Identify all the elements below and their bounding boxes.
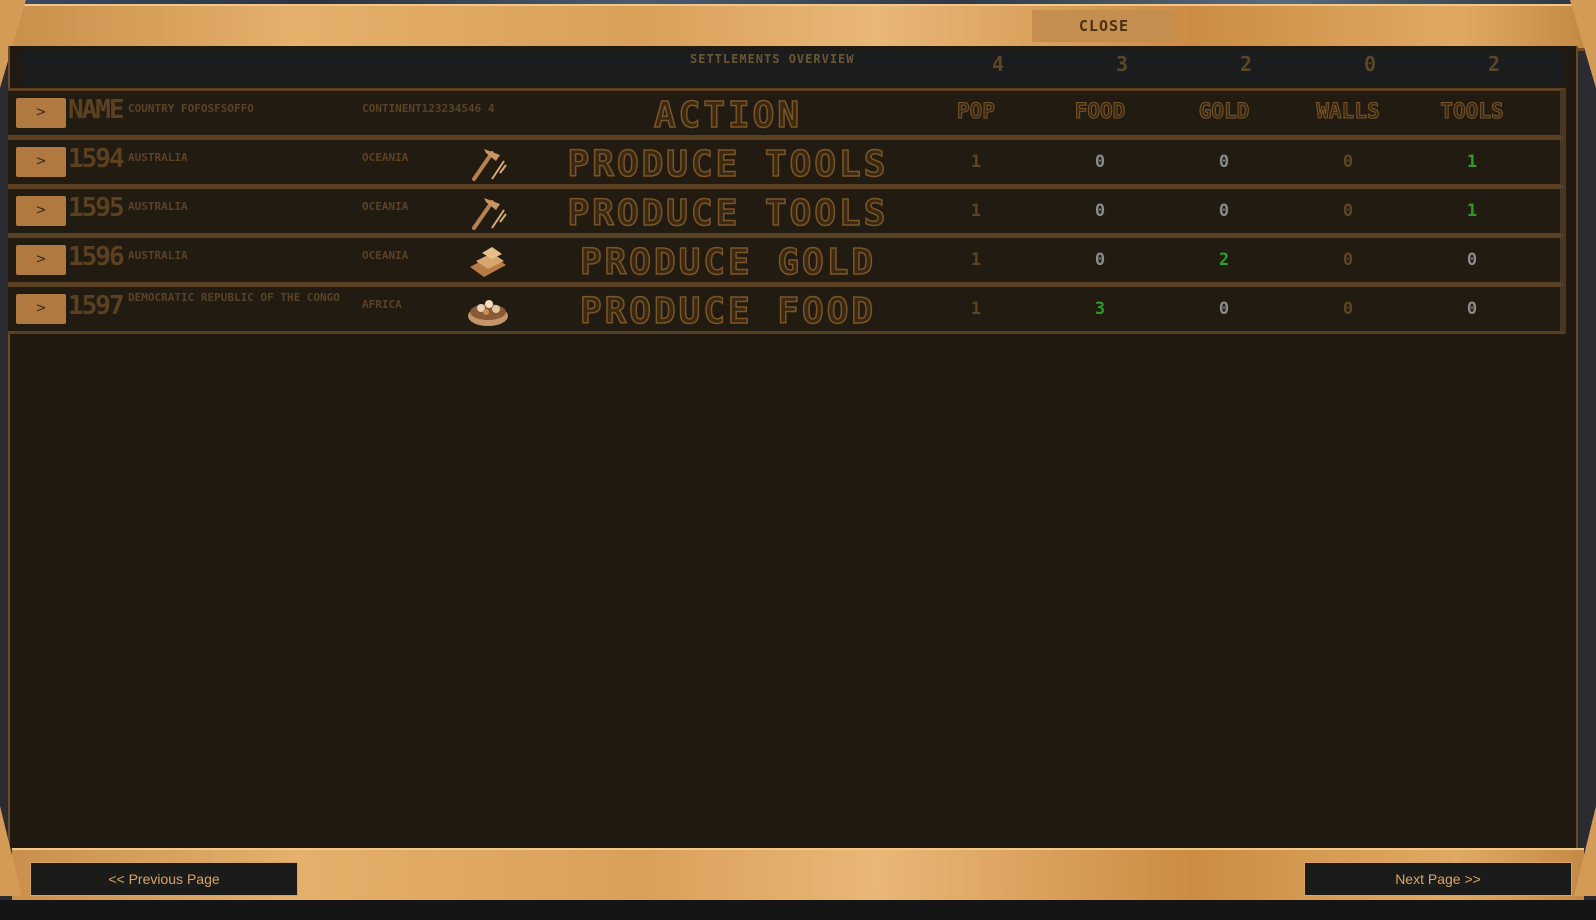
header-action[interactable]: ACTION <box>548 94 908 137</box>
stat-walls: 0 <box>1342 152 1354 172</box>
expand-row-button[interactable]: > <box>16 245 66 275</box>
hammer-icon <box>466 143 510 183</box>
stat-tools: 1 <box>1466 201 1478 221</box>
header-gold[interactable]: GOLD <box>1174 99 1274 124</box>
stat-gold: 0 <box>1218 299 1230 319</box>
bottom-stone-border <box>0 900 1596 920</box>
next-page-button[interactable]: Next Page >> <box>1304 862 1572 896</box>
stat-walls: 0 <box>1342 299 1354 319</box>
frame-corner-bottom-right <box>1574 806 1596 896</box>
expand-row-button[interactable]: > <box>16 196 66 226</box>
stat-food: 0 <box>1094 250 1106 270</box>
settlement-country: AUSTRALIA <box>128 249 188 262</box>
stat-pop: 1 <box>970 152 982 172</box>
table-row: >1594 AUSTRALIA OCEANIA PRODUCE TOOLS 1 0 0 0 1 <box>8 137 1566 187</box>
total-food: 3 <box>1115 52 1129 76</box>
stat-food: 0 <box>1094 201 1106 221</box>
settlement-country: AUSTRALIA <box>128 151 188 164</box>
gold-bar-icon <box>466 241 510 281</box>
food-basket-icon <box>466 290 510 330</box>
table-header-row: > NAME COUNTRY FOFOSFSOFFO CONTINENT1232… <box>8 88 1566 138</box>
header-tools[interactable]: TOOLS <box>1422 99 1522 124</box>
header-pop[interactable]: POP <box>926 99 1026 124</box>
stat-gold: 2 <box>1218 250 1230 270</box>
previous-page-button[interactable]: << Previous Page <box>30 862 298 896</box>
expand-all-button[interactable]: > <box>16 98 66 128</box>
stat-tools: 0 <box>1466 250 1478 270</box>
stat-tools: 0 <box>1466 299 1478 319</box>
settlement-name: 1597 <box>68 291 125 321</box>
settlement-action[interactable]: PRODUCE GOLD <box>548 241 908 284</box>
header-continent[interactable]: CONTINENT123234546 4 <box>362 102 522 115</box>
settlement-name: 1595 <box>68 193 125 223</box>
settlement-action[interactable]: PRODUCE FOOD <box>548 290 908 333</box>
stat-gold: 0 <box>1218 201 1230 221</box>
stat-walls: 0 <box>1342 250 1354 270</box>
stat-pop: 1 <box>970 299 982 319</box>
settlement-action[interactable]: PRODUCE TOOLS <box>548 192 908 235</box>
total-walls: 0 <box>1363 52 1377 76</box>
settlement-name: 1596 <box>68 242 125 272</box>
settlement-action[interactable]: PRODUCE TOOLS <box>548 143 908 186</box>
settlement-name: 1594 <box>68 144 125 174</box>
expand-row-button[interactable]: > <box>16 147 66 177</box>
frame-corner-bottom-left <box>0 806 22 896</box>
overview-title: SETTLEMENTS OVERVIEW <box>690 52 855 66</box>
close-button[interactable]: CLOSE <box>1032 10 1176 42</box>
total-pop: 4 <box>991 52 1005 76</box>
header-name[interactable]: NAME <box>68 95 125 125</box>
table-row: >1595 AUSTRALIA OCEANIA PRODUCE TOOLS 1 0 0 0 1 <box>8 186 1566 236</box>
stat-walls: 0 <box>1342 201 1354 221</box>
settlement-country: DEMOCRATIC REPUBLIC OF THE CONGO <box>128 291 340 304</box>
table-row: >1596 AUSTRALIA OCEANIA PRODUCE GOLD 1 0 2 0 0 <box>8 235 1566 285</box>
table-row: >1597 DEMOCRATIC REPUBLIC OF THE CONGO AFR… <box>8 284 1566 334</box>
summary-row: SETTLEMENTS OVERVIEW 4 3 2 0 2 <box>22 50 1564 86</box>
hammer-icon <box>466 192 510 232</box>
header-walls[interactable]: WALLS <box>1298 99 1398 124</box>
top-frame-bar <box>12 4 1584 51</box>
stat-pop: 1 <box>970 250 982 270</box>
header-food[interactable]: FOOD <box>1050 99 1150 124</box>
stat-gold: 0 <box>1218 152 1230 172</box>
stat-food: 3 <box>1094 299 1106 319</box>
total-gold: 2 <box>1239 52 1253 76</box>
expand-row-button[interactable]: > <box>16 294 66 324</box>
header-country[interactable]: COUNTRY FOFOSFSOFFO <box>128 102 348 115</box>
settlement-country: AUSTRALIA <box>128 200 188 213</box>
stat-tools: 1 <box>1466 152 1478 172</box>
total-tools: 2 <box>1487 52 1501 76</box>
stat-pop: 1 <box>970 201 982 221</box>
stat-food: 0 <box>1094 152 1106 172</box>
